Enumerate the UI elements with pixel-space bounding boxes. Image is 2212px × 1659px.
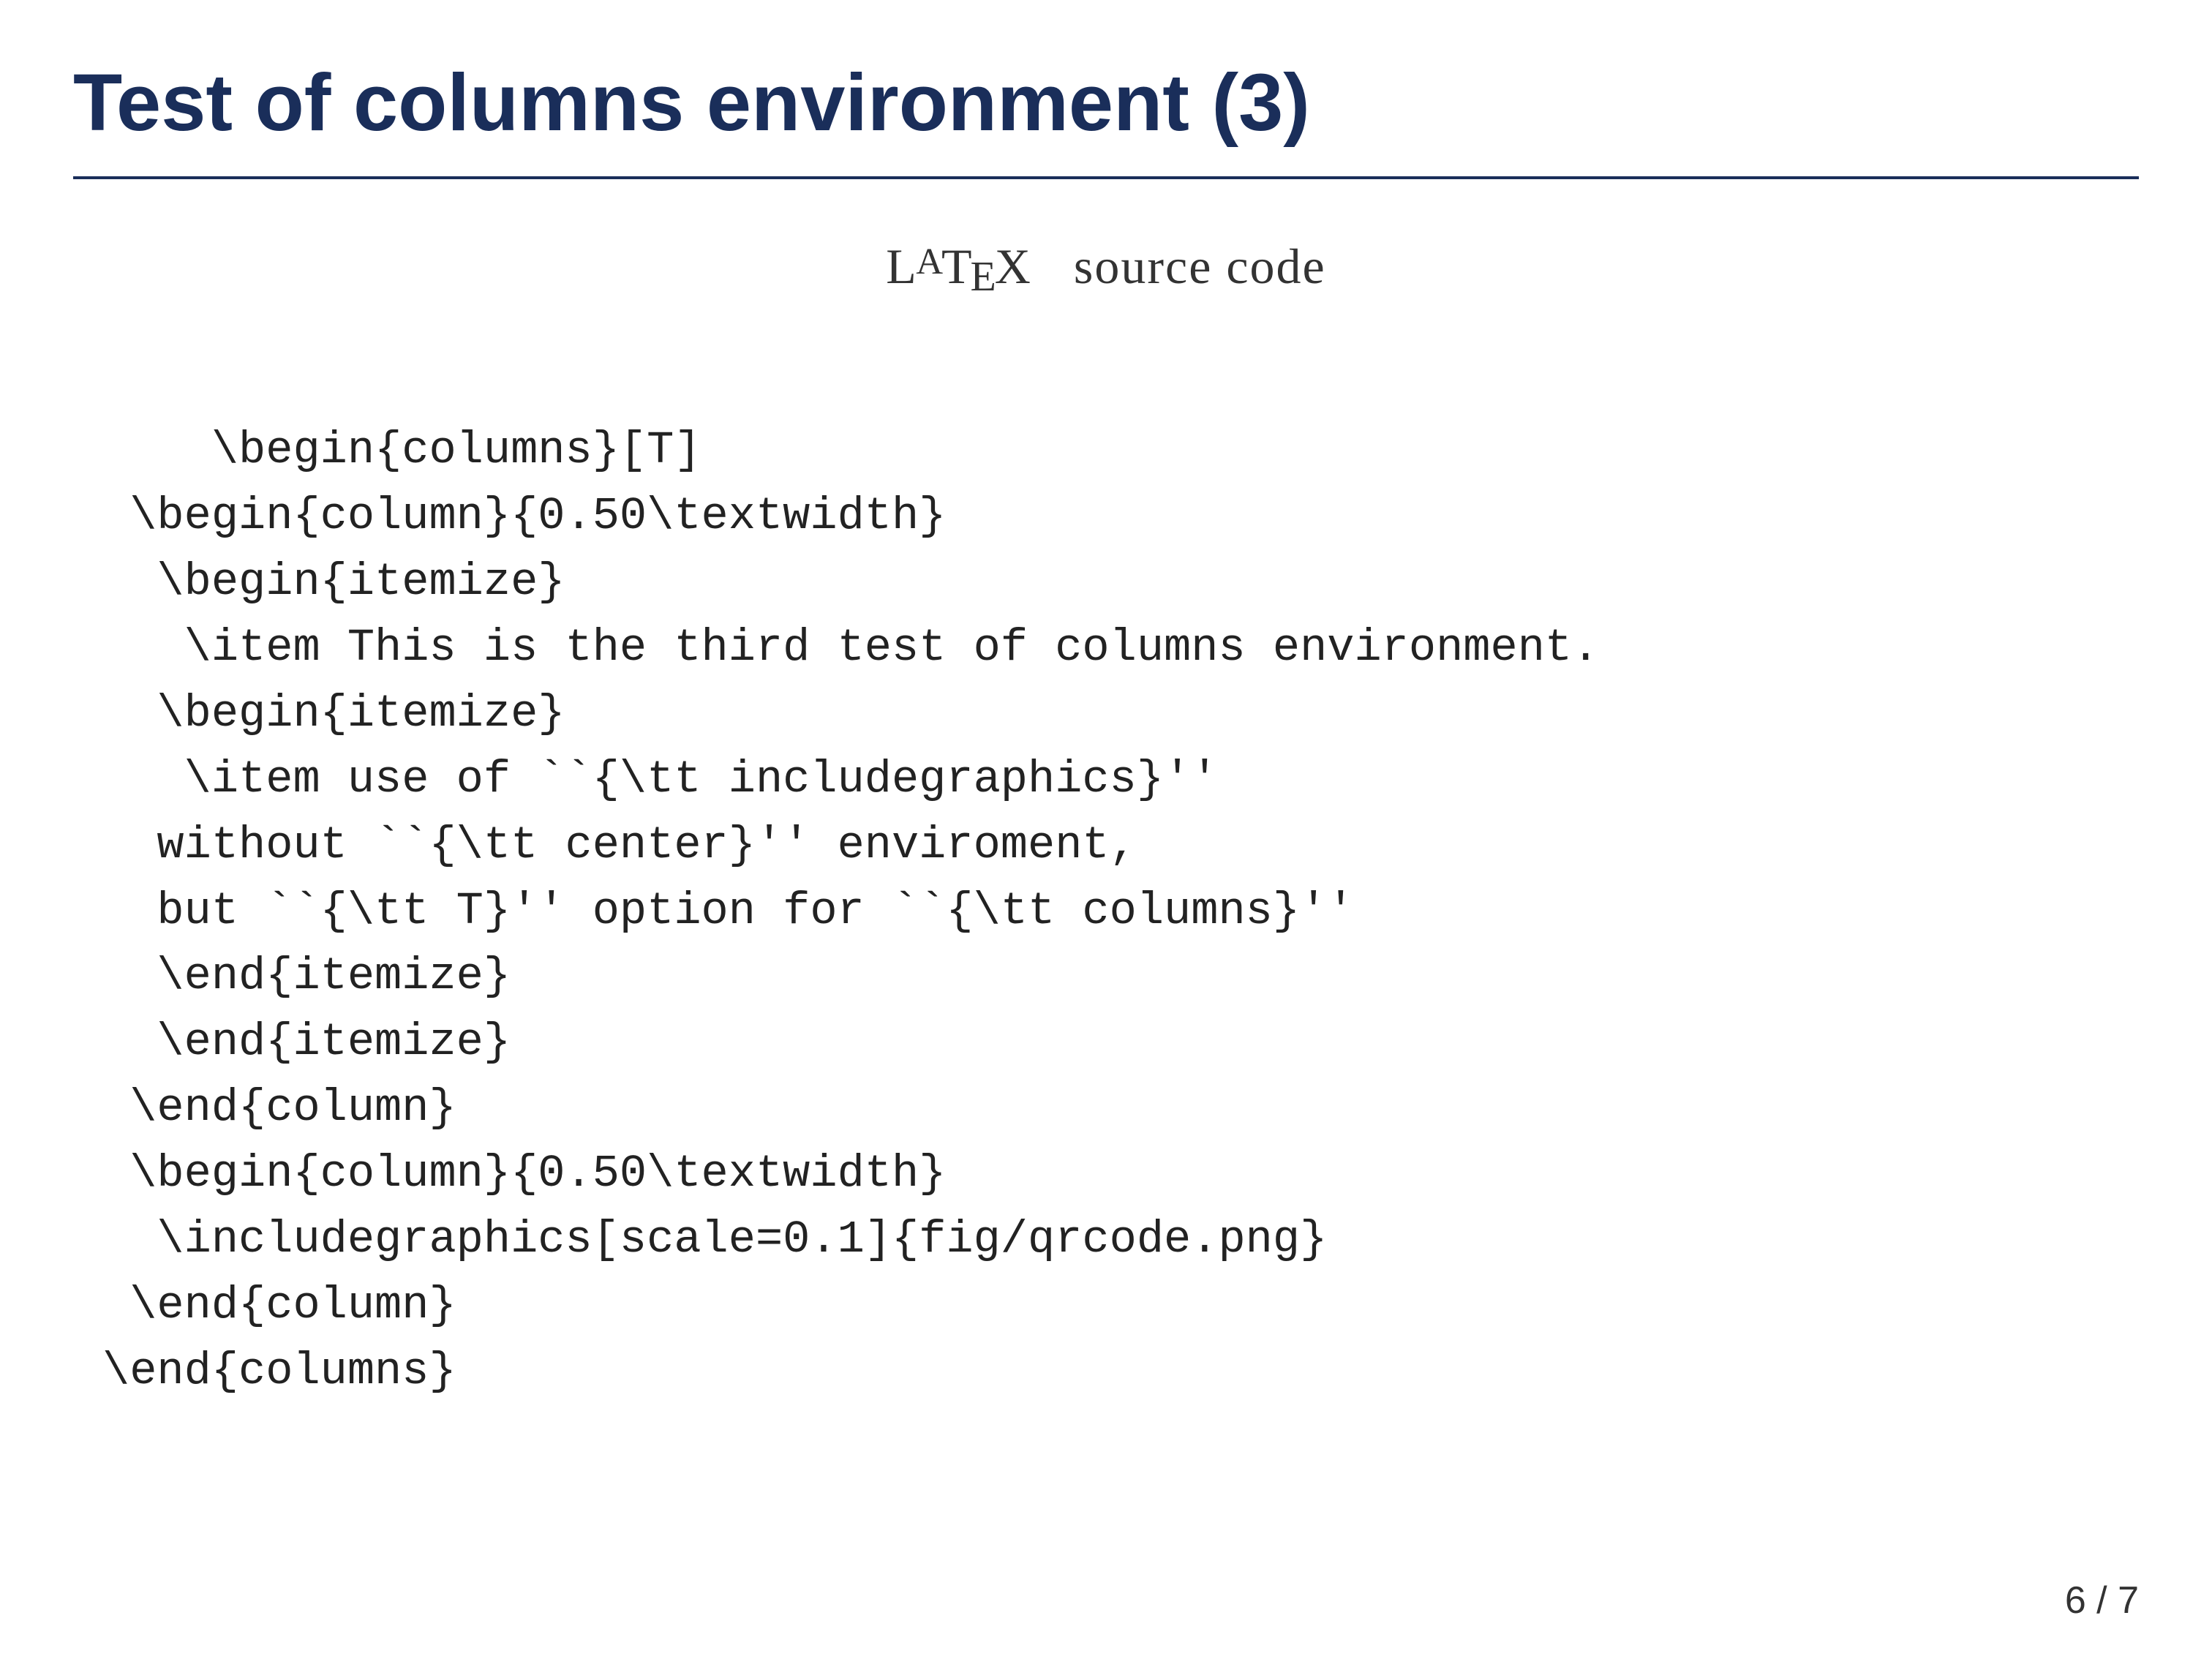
code-line-15: \end{columns} [102, 1345, 456, 1397]
code-line-14: \end{column} [102, 1279, 456, 1331]
divider [73, 176, 2139, 179]
page-number: 6 / 7 [2065, 1579, 2139, 1622]
code-line-2: \begin{column}{0.50\textwidth} [102, 490, 946, 542]
latex-logo: LATEX [886, 238, 1046, 294]
slide-container: Test of columns environment (3) LATEX so… [0, 0, 2212, 1659]
code-line-6: \item use of ``{\tt includegraphics}'' [102, 753, 1218, 805]
code-line-5: \begin{itemize} [102, 688, 565, 740]
latex-a: A [916, 241, 944, 282]
subtitle-source-code: source code [1046, 238, 1326, 294]
code-line-10: \end{itemize} [102, 1016, 511, 1068]
code-line-3: \begin{itemize} [102, 556, 565, 608]
code-block: \begin{columns}[T] \begin{column}{0.50\t… [73, 352, 2139, 1470]
code-line-11: \end{column} [102, 1082, 456, 1134]
slide-title: Test of columns environment (3) [73, 59, 2139, 147]
code-line-4: \item This is the third test of columns … [102, 622, 1599, 674]
code-line-9: \end{itemize} [102, 950, 511, 1002]
code-line-1: \begin{columns}[T] [211, 424, 701, 476]
latex-e: E [971, 252, 998, 300]
subtitle: LATEX source code [73, 238, 2139, 301]
code-line-12: \begin{column}{0.50\textwidth} [102, 1148, 946, 1200]
code-line-7: without ``{\tt center}'' enviroment, [102, 819, 1137, 871]
code-line-8: but ``{\tt T}'' option for ``{\tt column… [102, 885, 1354, 937]
code-line-13: \includegraphics[scale=0.1]{fig/qrcode.p… [102, 1214, 1327, 1265]
